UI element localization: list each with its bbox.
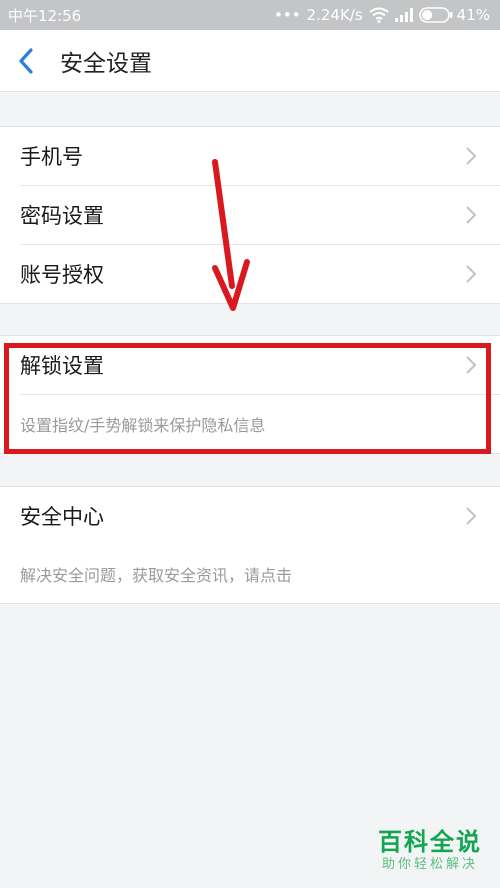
unlock-settings-description: 设置指纹/手势解锁来保护隐私信息 — [20, 416, 266, 435]
chevron-right-icon — [466, 356, 477, 374]
security-center-row[interactable]: 安全中心 — [0, 487, 500, 545]
chevron-right-icon — [466, 147, 477, 165]
status-bar: 中午12:56 ••• 2.24K/s 41% — [0, 0, 500, 30]
watermark-sub-text: 助你轻松解决 — [381, 857, 478, 872]
password-settings-row[interactable]: 密码设置 — [0, 186, 500, 244]
account-settings-group: 手机号 密码设置 账号授权 — [0, 126, 500, 304]
security-center-group: 安全中心 解决安全问题，获取安全资讯，请点击 — [0, 486, 500, 604]
more-dots-icon: ••• — [274, 6, 301, 24]
network-speed: 2.24K/s — [306, 6, 363, 24]
security-center-description: 解决安全问题，获取安全资讯，请点击 — [20, 566, 293, 585]
unlock-settings-group: 解锁设置 设置指纹/手势解锁来保护隐私信息 — [0, 335, 500, 454]
watermark-logo: 百科全说 助你轻松解决 — [371, 828, 489, 874]
chevron-right-icon — [466, 507, 477, 525]
chevron-right-icon — [466, 265, 477, 283]
header: 安全设置 — [0, 30, 500, 92]
battery-icon — [418, 7, 453, 23]
signal-icon — [394, 8, 413, 22]
battery-fill — [421, 10, 432, 20]
account-authorization-row[interactable]: 账号授权 — [0, 245, 500, 303]
phone-number-row[interactable]: 手机号 — [0, 127, 500, 185]
password-settings-label: 密码设置 — [20, 204, 104, 228]
watermark-main-text: 百科全说 — [378, 828, 482, 856]
chevron-right-icon — [466, 206, 477, 224]
page-title: 安全设置 — [60, 50, 152, 77]
phone-number-label: 手机号 — [20, 145, 83, 169]
unlock-settings-row[interactable]: 解锁设置 — [0, 336, 500, 394]
status-time: 中午12:56 — [8, 6, 82, 25]
battery-indicator: 41% — [418, 6, 490, 24]
unlock-settings-label: 解锁设置 — [20, 354, 104, 378]
back-button[interactable] — [18, 46, 46, 76]
status-indicators: ••• 2.24K/s 41% — [274, 6, 490, 24]
security-center-label: 安全中心 — [20, 505, 104, 529]
battery-percent: 41% — [456, 6, 490, 24]
back-arrow-icon — [19, 47, 33, 74]
account-authorization-label: 账号授权 — [20, 263, 104, 287]
wifi-icon — [369, 7, 389, 23]
